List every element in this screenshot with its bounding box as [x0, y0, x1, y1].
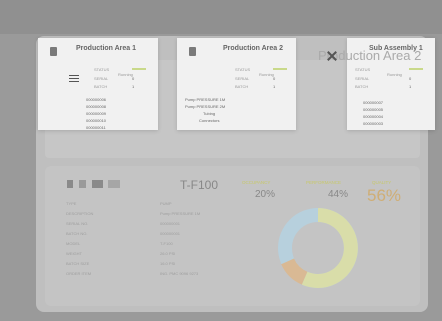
list-item: 000000005 [363, 107, 384, 112]
list-item: 000000003 [363, 121, 384, 126]
status-label: STATUS [235, 67, 251, 72]
status-text: Running [387, 72, 402, 77]
serial-value: 0 [409, 76, 412, 81]
quality-value: 56% [367, 186, 402, 205]
chart-icon[interactable] [108, 180, 120, 188]
detail-label: WEIGHT [66, 251, 82, 256]
list-item: 000000010 [86, 118, 107, 123]
list-item: Pump PRESSURE 1M [185, 97, 226, 102]
detail-label: DESCRIPTION [66, 211, 94, 216]
occupancy-value: 20% [255, 189, 276, 200]
detail-value: 000000001 [160, 221, 181, 226]
status-text: Running [259, 72, 274, 77]
list-item: 000000009 [86, 111, 107, 116]
batch-label: BATCH [355, 84, 369, 89]
app-header-bar [0, 0, 442, 34]
list-item: 000000007 [363, 100, 384, 105]
detail-value: 000000001 [160, 231, 181, 236]
serial-value: 0 [132, 76, 135, 81]
detail-label: BATCH SIZE [66, 261, 90, 266]
list-item: Pump PRESSURE 2M [185, 104, 226, 109]
batch-label: BATCH [94, 84, 108, 89]
quality-ring-chart [278, 208, 358, 288]
trash-icon[interactable] [50, 47, 57, 56]
trash-icon[interactable] [189, 47, 196, 56]
status-label: STATUS [94, 67, 110, 72]
card-title: Production Area 1 [76, 45, 137, 52]
batch-value: 1 [132, 84, 135, 89]
card-production-area-2[interactable]: Production Area 2 STATUS Running SERIAL … [177, 38, 296, 130]
status-indicator [409, 68, 423, 70]
detail-label: MODEL [66, 241, 81, 246]
detail-value: 26.0 PSI [160, 251, 176, 256]
status-label: STATUS [355, 67, 371, 72]
menu-icon[interactable] [69, 75, 79, 77]
detail-value: Pump PRESSURE 1M [160, 211, 201, 216]
performance-value: 44% [328, 189, 349, 200]
status-indicator [273, 68, 287, 70]
batch-value: 1 [273, 84, 276, 89]
list-item: 000000006 [86, 97, 107, 102]
quality-label: QUALITY [372, 180, 392, 185]
list-item: 000000008 [86, 104, 107, 109]
serial-value: 0 [273, 76, 276, 81]
detail-label: ORDER ITEM [66, 271, 92, 276]
card-title: Production Area 2 [223, 45, 284, 52]
device-name: T-F100 [180, 178, 219, 192]
ring-segment-orange [281, 258, 308, 285]
serial-label: SERIAL [94, 76, 109, 81]
detail-label: SERIAL NO. [66, 221, 89, 226]
serial-label: SERIAL [235, 76, 250, 81]
trash-icon[interactable] [67, 180, 73, 188]
card-production-area-1[interactable]: Production Area 1 STATUS Running SERIAL … [38, 38, 158, 130]
status-text: Running [118, 72, 133, 77]
detail-value: T-F100 [160, 241, 173, 246]
list-item: 000000011 [86, 125, 106, 130]
occupancy-label: OCCUPANCY [242, 180, 271, 185]
detail-label: BATCH NO. [66, 231, 88, 236]
status-indicator [132, 68, 146, 70]
image-icon[interactable] [92, 180, 103, 188]
performance-label: PERFORMANCE [306, 180, 342, 185]
detail-value: ING. PMC 9096 9273 [160, 271, 199, 276]
serial-label: SERIAL [355, 76, 370, 81]
close-icon[interactable] [327, 51, 337, 61]
list-item: Tubing [203, 111, 216, 116]
detail-label: TYPE [66, 201, 77, 206]
ring-segment-yellow [301, 208, 358, 288]
detail-value: 16.0 PSI [160, 261, 176, 266]
share-icon[interactable] [79, 180, 86, 188]
batch-value: 1 [409, 84, 412, 89]
batch-label: BATCH [235, 84, 249, 89]
list-item: 000000004 [363, 114, 384, 119]
list-item: Connectors [199, 118, 220, 123]
detail-value: PUMP [160, 201, 172, 206]
